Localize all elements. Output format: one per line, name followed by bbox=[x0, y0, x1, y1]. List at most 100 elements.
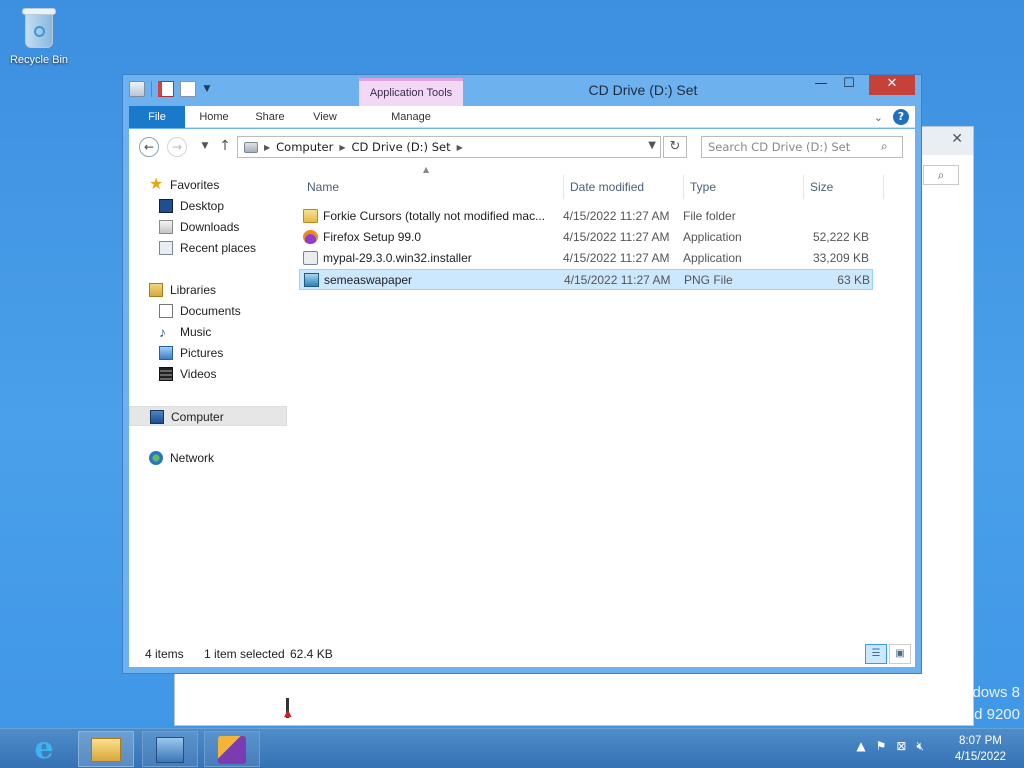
large-icons-view-button[interactable]: ▣ bbox=[889, 644, 911, 664]
address-bar[interactable]: ▶ Computer ▶ CD Drive (D:) Set ▶ ▼ bbox=[237, 136, 661, 158]
address-history-chevron-down-icon[interactable]: ▼ bbox=[648, 140, 656, 151]
search-icon[interactable]: ⌕ bbox=[881, 139, 888, 154]
column-header-name[interactable]: Name bbox=[301, 175, 561, 199]
nav-documents-label: Documents bbox=[180, 304, 241, 318]
taskbar-file-explorer[interactable] bbox=[78, 731, 134, 767]
nav-videos[interactable]: Videos bbox=[129, 364, 287, 384]
file-type: Application bbox=[683, 230, 742, 244]
maximize-button[interactable]: ☐ bbox=[835, 75, 863, 95]
folder-icon bbox=[303, 209, 318, 223]
properties-icon[interactable] bbox=[129, 81, 145, 97]
show-hidden-icons-chevron-up-icon[interactable]: ▲ bbox=[856, 739, 865, 754]
network-error-icon[interactable]: ⊠ bbox=[896, 739, 906, 754]
nav-desktop-label: Desktop bbox=[180, 199, 225, 213]
taskbar-server-manager[interactable] bbox=[142, 731, 198, 767]
breadcrumb-computer[interactable]: Computer bbox=[276, 140, 333, 154]
installer-icon bbox=[303, 251, 318, 265]
background-window-close-icon[interactable]: ✕ bbox=[951, 131, 963, 147]
file-row[interactable]: mypal-29.3.0.win32.installer 4/15/2022 1… bbox=[299, 248, 873, 269]
help-icon[interactable]: ? bbox=[893, 109, 909, 125]
volume-muted-icon[interactable]: 🔇︎ bbox=[916, 739, 924, 754]
clock[interactable]: 8:07 PM 4/15/2022 bbox=[955, 733, 1006, 765]
nav-pictures[interactable]: Pictures bbox=[129, 343, 287, 363]
nav-music[interactable]: ♪ Music bbox=[129, 322, 287, 342]
titlebar[interactable]: ▼ Application Tools CD Drive (D:) Set — … bbox=[123, 75, 921, 106]
nav-desktop[interactable]: Desktop bbox=[129, 196, 287, 216]
status-bar: 4 items 1 item selected 62.4 KB ☰ ▣ bbox=[129, 641, 915, 667]
file-explorer-icon bbox=[91, 738, 121, 762]
separator bbox=[151, 81, 152, 97]
new-folder-icon[interactable] bbox=[180, 81, 196, 97]
cd-drive-icon bbox=[244, 141, 258, 153]
recycle-bin-icon bbox=[21, 6, 57, 50]
file-type: PNG File bbox=[684, 273, 733, 287]
downloads-icon bbox=[159, 220, 173, 234]
ribbon-right-controls: ⌄ ? bbox=[874, 109, 909, 125]
close-button[interactable]: ✕ bbox=[869, 75, 915, 95]
file-name: Forkie Cursors (totally not modified mac… bbox=[323, 209, 546, 223]
breadcrumb-cd-drive[interactable]: CD Drive (D:) Set bbox=[351, 140, 450, 154]
details-view-button[interactable]: ☰ bbox=[865, 644, 887, 664]
nav-network-label: Network bbox=[170, 451, 215, 465]
file-date: 4/15/2022 11:27 AM bbox=[563, 251, 670, 265]
tab-home[interactable]: Home bbox=[193, 106, 235, 128]
up-one-level-button[interactable]: ↑ bbox=[215, 137, 235, 157]
documents-icon bbox=[159, 304, 173, 318]
file-row[interactable]: Firefox Setup 99.0 4/15/2022 11:27 AM Ap… bbox=[299, 227, 873, 248]
computer-icon bbox=[150, 410, 164, 424]
status-selected-size: 62.4 KB bbox=[290, 647, 333, 661]
minimize-button[interactable]: — bbox=[807, 75, 835, 95]
explorer-window: ▼ Application Tools CD Drive (D:) Set — … bbox=[122, 74, 922, 674]
libraries-icon bbox=[149, 283, 163, 297]
tab-file[interactable]: File bbox=[129, 106, 185, 128]
file-size: 33,209 KB bbox=[812, 251, 869, 265]
nav-libraries[interactable]: Libraries bbox=[129, 280, 287, 300]
file-row[interactable]: Forkie Cursors (totally not modified mac… bbox=[299, 206, 873, 227]
recent-locations-chevron-down-icon[interactable]: ▼ bbox=[195, 137, 215, 157]
file-name: mypal-29.3.0.win32.installer bbox=[323, 251, 472, 265]
quick-access-toolbar: ▼ bbox=[129, 81, 212, 97]
busy-cursor-icon: ▲ bbox=[284, 698, 296, 724]
nav-recent-places[interactable]: Recent places bbox=[129, 238, 287, 258]
file-name: semeaswapaper bbox=[324, 273, 413, 287]
sort-ascending-icon: ▲ bbox=[423, 165, 430, 174]
tab-view[interactable]: View bbox=[305, 106, 345, 128]
breadcrumb-separator[interactable]: ▶ bbox=[457, 143, 463, 152]
refresh-button[interactable]: ↻ bbox=[663, 136, 687, 158]
tab-manage[interactable]: Manage bbox=[361, 106, 461, 128]
nav-network[interactable]: Network bbox=[129, 448, 287, 468]
background-window-search-icon[interactable]: ⌕ bbox=[923, 165, 959, 185]
taskbar-application[interactable] bbox=[204, 731, 260, 767]
star-icon: ★ bbox=[149, 176, 164, 193]
desktop-icon bbox=[159, 199, 173, 213]
server-manager-icon bbox=[156, 737, 184, 763]
new-document-icon[interactable] bbox=[158, 81, 174, 97]
application-icon bbox=[218, 736, 246, 764]
tab-share[interactable]: Share bbox=[247, 106, 293, 128]
column-header-date-modified[interactable]: Date modified bbox=[563, 175, 681, 199]
search-input[interactable]: Search CD Drive (D:) Set bbox=[701, 136, 903, 158]
file-date: 4/15/2022 11:27 AM bbox=[563, 209, 670, 223]
breadcrumb-separator[interactable]: ▶ bbox=[339, 143, 345, 152]
png-image-icon bbox=[304, 273, 319, 287]
nav-downloads[interactable]: Downloads bbox=[129, 217, 287, 237]
action-center-flag-icon[interactable]: ⚑ bbox=[876, 739, 887, 754]
nav-computer[interactable]: Computer bbox=[129, 406, 287, 426]
system-tray: ▲ ⚑ ⊠ 🔇︎ bbox=[856, 739, 924, 754]
ribbon-tabs: File Home Share View Manage ⌄ ? bbox=[129, 106, 915, 128]
file-type: Application bbox=[683, 251, 742, 265]
status-selected-count: 1 item selected bbox=[204, 647, 285, 661]
customize-toolbar-chevron-down-icon[interactable]: ▼ bbox=[202, 84, 212, 94]
nav-documents[interactable]: Documents bbox=[129, 301, 287, 321]
recycle-bin-desktop-icon[interactable]: Recycle Bin bbox=[4, 6, 74, 66]
column-header-size[interactable]: Size bbox=[803, 175, 881, 199]
file-list: ▲ Name Date modified Type Size Forkie Cu… bbox=[299, 163, 915, 641]
breadcrumb-separator[interactable]: ▶ bbox=[264, 143, 270, 152]
column-header-type[interactable]: Type bbox=[683, 175, 801, 199]
nav-favorites[interactable]: ★ Favorites bbox=[129, 175, 287, 195]
file-row-selected[interactable]: semeaswapaper 4/15/2022 11:27 AM PNG Fil… bbox=[299, 269, 873, 290]
back-button[interactable]: ← bbox=[139, 137, 159, 157]
taskbar-internet-explorer[interactable]: e bbox=[16, 731, 72, 767]
expand-ribbon-chevron-down-icon[interactable]: ⌄ bbox=[874, 111, 883, 124]
forward-button[interactable]: → bbox=[167, 137, 187, 157]
